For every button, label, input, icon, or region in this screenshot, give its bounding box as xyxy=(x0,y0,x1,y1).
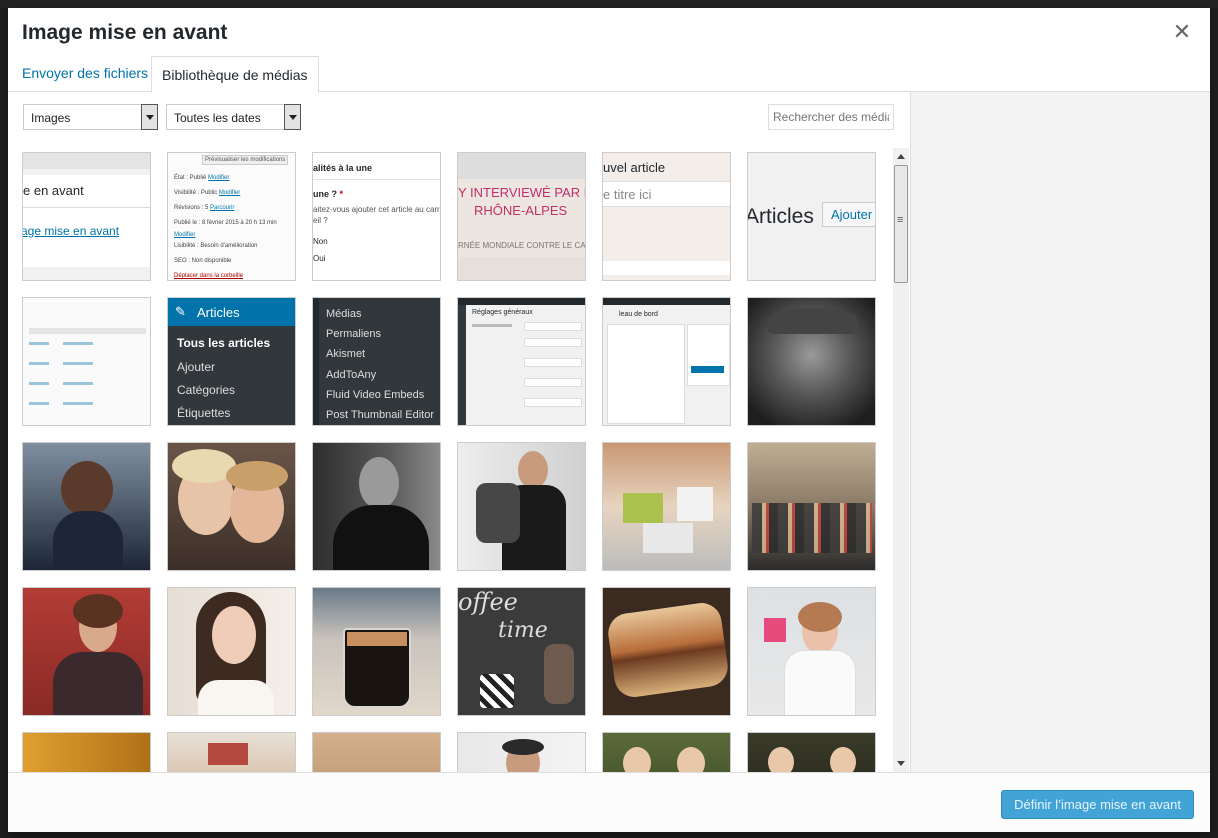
thumb-text: Modifier xyxy=(218,190,241,196)
attachment-thumb[interactable]: Médias Permaliens Akismet AddToAny Fluid… xyxy=(312,297,441,426)
thumb-text: Modifier xyxy=(208,175,230,181)
thumb-text: offee xyxy=(458,588,518,616)
attachment-thumb[interactable]: ✎ Articles Tous les articles Ajouter Cat… xyxy=(167,297,296,426)
thumb-text: AddToAny xyxy=(326,369,377,381)
attachment-thumb[interactable] xyxy=(747,587,876,716)
tab-media-library[interactable]: Bibliothèque de médias xyxy=(151,56,319,93)
media-modal: Image mise en avant ✕ Envoyer des fichie… xyxy=(8,8,1210,832)
attachment-thumb[interactable] xyxy=(747,442,876,571)
thumb-text: État : Publié xyxy=(174,175,207,181)
close-icon[interactable]: ✕ xyxy=(1170,20,1194,44)
thumb-text: Révisions : 5 xyxy=(174,205,209,211)
thumb-text: Articles xyxy=(747,205,814,228)
thumb-text: Médias xyxy=(326,308,362,320)
attachment-thumb[interactable] xyxy=(167,442,296,571)
thumb-text: Lisibilité : Besoin d'amélioration xyxy=(174,243,258,249)
attachment-thumb[interactable] xyxy=(312,732,441,772)
scroll-down-icon[interactable] xyxy=(897,761,905,766)
attachment-thumb[interactable] xyxy=(312,442,441,571)
attachment-thumb[interactable] xyxy=(457,442,586,571)
media-type-value: Images xyxy=(31,111,71,125)
thumb-text: Tous les articles xyxy=(177,336,271,350)
media-type-select[interactable]: Images xyxy=(23,104,158,130)
attachment-thumb[interactable] xyxy=(602,587,731,716)
media-library-content: Images Toutes les dates e en avant age m… xyxy=(8,92,910,772)
attachment-thumb[interactable]: uvel article e titre ici xyxy=(602,152,731,281)
attachment-thumb[interactable] xyxy=(167,587,296,716)
pin-icon: ✎ xyxy=(175,304,186,319)
thumb-text: RHÔNE-ALPES xyxy=(474,203,568,218)
thumb-text: e titre ici xyxy=(603,187,652,202)
thumb-text: leau de bord xyxy=(619,311,658,318)
thumb-text: Parcourir xyxy=(210,205,235,211)
attachment-thumb[interactable] xyxy=(602,442,731,571)
thumb-text: RNÉE MONDIALE CONTRE LE CAN xyxy=(458,241,586,250)
attachment-thumb[interactable] xyxy=(602,732,731,772)
attachment-thumb[interactable] xyxy=(167,732,296,772)
chevron-down-icon xyxy=(284,104,301,130)
scroll-up-icon[interactable] xyxy=(897,154,905,159)
attachment-thumb[interactable]: Prévisualiser les modifications État : P… xyxy=(167,152,296,281)
attachment-thumb[interactable] xyxy=(312,587,441,716)
thumb-text: time xyxy=(498,618,548,643)
attachment-thumb[interactable] xyxy=(457,732,586,772)
attachment-thumb[interactable] xyxy=(22,297,151,426)
attachment-details-sidebar xyxy=(910,92,1210,772)
attachment-thumb[interactable]: alités à la une une ? * aitez-vous ajout… xyxy=(312,152,441,281)
thumb-text: Non xyxy=(313,237,328,246)
thumb-tooltip: Prévisualiser les modifications xyxy=(202,155,289,165)
attachment-thumb[interactable] xyxy=(747,297,876,426)
thumb-text: Visibilité : Public xyxy=(174,190,218,196)
thumb-text: e en avant xyxy=(23,183,84,198)
thumb-text: Ajouter xyxy=(177,360,216,374)
thumb-text: Fluid Video Embeds xyxy=(326,389,425,401)
thumb-text: aitez-vous ajouter cet article au carrou… xyxy=(313,205,441,214)
scroll-thumb[interactable] xyxy=(894,165,908,283)
attachment-thumb[interactable]: leau de bord xyxy=(602,297,731,426)
tab-upload-files[interactable]: Envoyer des fichiers xyxy=(12,56,158,90)
media-search-input[interactable] xyxy=(768,104,894,130)
set-featured-image-button[interactable]: Définir l’image mise en avant xyxy=(1001,790,1194,819)
thumb-text: Articles xyxy=(197,305,240,320)
thumb-text: une ? xyxy=(313,189,337,199)
thumb-text: age mise en avant xyxy=(22,224,120,238)
thumb-text: Déplacer dans la corbeille xyxy=(174,273,244,279)
attachment-thumb[interactable] xyxy=(747,732,876,772)
attachment-thumb[interactable] xyxy=(22,732,151,772)
attachment-thumb[interactable] xyxy=(22,442,151,571)
date-filter-value: Toutes les dates xyxy=(174,111,261,125)
modal-footer: Définir l’image mise en avant xyxy=(8,772,1210,832)
admin-backdrop xyxy=(0,0,1218,8)
thumb-text: uvel article xyxy=(603,160,666,175)
thumb-text: Post Thumbnail Editor xyxy=(326,409,435,421)
thumb-text: SEO : Non disponible xyxy=(174,258,232,264)
thumb-text: Permaliens xyxy=(326,328,382,340)
thumb-text: eil ? xyxy=(313,216,328,225)
scrollbar[interactable] xyxy=(893,148,909,772)
attachment-thumb[interactable] xyxy=(22,587,151,716)
date-filter-select[interactable]: Toutes les dates xyxy=(166,104,301,130)
attachment-thumb[interactable]: offee time xyxy=(457,587,586,716)
thumb-text: Ajouter xyxy=(822,202,875,227)
thumb-text: Oui xyxy=(313,254,326,263)
thumb-text: Modifier xyxy=(174,232,196,238)
thumb-text: Publié le : 8 février 2015 à 20 h 13 min xyxy=(174,220,277,226)
attachment-thumb[interactable]: e en avant age mise en avant xyxy=(22,152,151,281)
modal-title: Image mise en avant xyxy=(22,21,228,44)
chevron-down-icon xyxy=(141,104,158,130)
required-asterisk: * xyxy=(339,189,344,199)
thumb-text: Réglages généraux xyxy=(472,309,533,316)
attachment-thumb[interactable]: Y INTERVIEWÉ PAR F RHÔNE-ALPES RNÉE MOND… xyxy=(457,152,586,281)
modal-tabs: Envoyer des fichiers Bibliothèque de méd… xyxy=(8,56,1210,93)
thumb-text: Étiquettes xyxy=(177,406,231,420)
attachment-thumb[interactable]: Articles Ajouter xyxy=(747,152,876,281)
thumb-text: Catégories xyxy=(177,383,236,397)
thumb-text: alités à la une xyxy=(313,163,373,173)
thumb-text: Akismet xyxy=(326,348,366,360)
thumb-text: Y INTERVIEWÉ PAR F xyxy=(458,185,586,200)
attachment-thumb[interactable]: Réglages généraux xyxy=(457,297,586,426)
